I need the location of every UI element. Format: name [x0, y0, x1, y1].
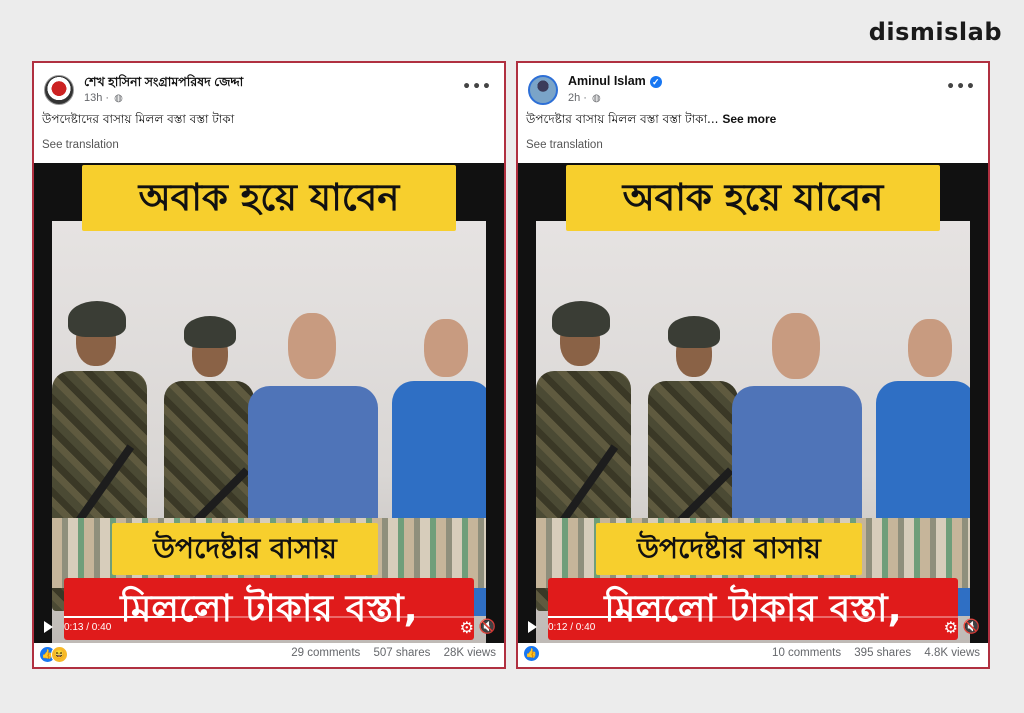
facebook-post-right: Aminul Islam ✓ 2h · ◍ ••• উপদেষ্টার বাসায… [516, 61, 990, 669]
brand-logo: dismislab [868, 18, 1002, 46]
video-time: 0:12 / 0:40 [548, 622, 596, 633]
progress-bar[interactable] [548, 616, 958, 618]
post-caption: উপদেষ্টাদের বাসায় মিলল বস্তা বস্তা টাকা [42, 111, 496, 131]
author-name-text: Aminul Islam [568, 74, 646, 88]
shares-count[interactable]: 507 shares [373, 647, 430, 659]
facebook-post-left: শেখ হাসিনা সংগ্রামপরিষদ জেদ্দা 13h · ◍ •… [32, 61, 506, 669]
see-more-link[interactable]: See more [722, 112, 776, 126]
verified-badge-icon: ✓ [649, 75, 662, 88]
progress-fill [548, 616, 671, 618]
shares-count[interactable]: 395 shares [854, 647, 911, 659]
comments-count[interactable]: 10 comments [772, 647, 841, 659]
like-icon: 👍 [524, 646, 539, 661]
volume-icon[interactable]: 🔇 [479, 618, 496, 635]
video-title-overlay: অবাক হয়ে যাবেন [82, 165, 456, 231]
post-footer: 👍😆 29 comments 507 shares 28K views [34, 641, 504, 667]
more-options-icon[interactable]: ••• [946, 79, 976, 95]
caption-text: উপদেষ্টার বাসায় মিলল বস্তা বস্তা টাকা..… [526, 112, 719, 126]
author-name[interactable]: শেখ হাসিনা সংগ্রামপরিষদ জেদ্দা [84, 74, 243, 94]
time-text: 13h [84, 92, 103, 104]
post-timestamp[interactable]: 13h · ◍ [84, 92, 123, 104]
avatar[interactable] [44, 75, 74, 105]
globe-icon: ◍ [114, 93, 123, 104]
video-controls: 0:13 / 0:40 ⚙ 🔇 [34, 613, 504, 643]
see-translation-link[interactable]: See translation [526, 139, 603, 151]
gear-icon[interactable]: ⚙ [944, 618, 958, 638]
video-controls: 0:12 / 0:40 ⚙ 🔇 [518, 613, 988, 643]
video-title-overlay: অবাক হয়ে যাবেন [566, 165, 940, 231]
post-header: শেখ হাসিনা সংগ্রামপরিষদ জেদ্দা 13h · ◍ •… [40, 69, 498, 109]
volume-icon[interactable]: 🔇 [963, 618, 980, 635]
post-footer: 👍 10 comments 395 shares 4.8K views [518, 641, 988, 667]
play-icon[interactable] [44, 621, 53, 633]
progress-fill [64, 616, 198, 618]
reactions-summary[interactable]: 👍 [524, 646, 539, 661]
views-count: 28K views [443, 647, 496, 659]
post-stats: 29 comments 507 shares 28K views [281, 647, 496, 659]
video-time: 0:13 / 0:40 [64, 622, 112, 633]
video-mid-overlay: উপদেষ্টার বাসায় [112, 523, 378, 575]
comments-count[interactable]: 29 comments [291, 647, 360, 659]
gear-icon[interactable]: ⚙ [460, 618, 474, 638]
post-header: Aminul Islam ✓ 2h · ◍ ••• [524, 69, 982, 109]
haha-icon: 😆 [51, 646, 68, 663]
post-caption: উপদেষ্টার বাসায় মিলল বস্তা বস্তা টাকা..… [526, 111, 980, 131]
avatar[interactable] [528, 75, 558, 105]
play-icon[interactable] [528, 621, 537, 633]
video-mid-overlay: উপদেষ্টার বাসায় [596, 523, 862, 575]
author-name[interactable]: Aminul Islam ✓ [568, 74, 662, 88]
more-options-icon[interactable]: ••• [462, 79, 492, 95]
post-stats: 10 comments 395 shares 4.8K views [762, 647, 980, 659]
video-player[interactable]: অবাক হয়ে যাবেন উপদেষ্টার বাসায় মিললো ট… [34, 163, 504, 643]
see-translation-link[interactable]: See translation [42, 139, 119, 151]
reactions-summary[interactable]: 👍😆 [40, 646, 68, 663]
post-timestamp[interactable]: 2h · ◍ [568, 92, 601, 104]
caption-text: উপদেষ্টাদের বাসায় মিলল বস্তা বস্তা টাকা [42, 112, 235, 126]
views-count: 4.8K views [924, 647, 980, 659]
video-player[interactable]: অবাক হয়ে যাবেন উপদেষ্টার বাসায় মিললো ট… [518, 163, 988, 643]
globe-icon: ◍ [592, 93, 601, 104]
time-text: 2h [568, 92, 581, 104]
progress-bar[interactable] [64, 616, 474, 618]
